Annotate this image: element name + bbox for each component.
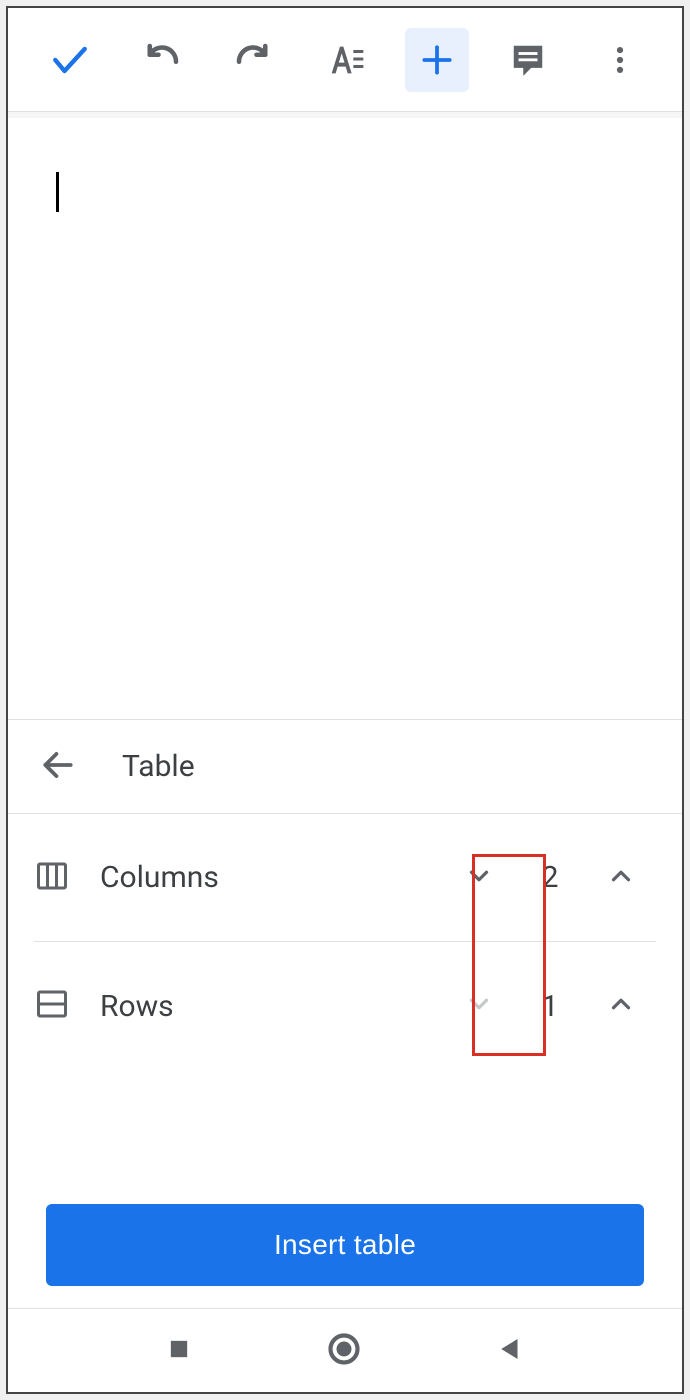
text-format-icon: [325, 40, 365, 80]
system-nav-bar: [8, 1308, 682, 1392]
columns-value: 2: [514, 860, 586, 895]
columns-increase-button[interactable]: [586, 843, 656, 913]
table-config: Columns 2 Rows: [8, 814, 682, 1070]
redo-icon: [232, 39, 274, 81]
device-frame: Table Columns 2: [6, 6, 684, 1394]
plus-icon: [418, 41, 456, 79]
editor-toolbar: [8, 8, 682, 112]
text-cursor: [56, 172, 59, 212]
arrow-left-icon: [39, 746, 77, 788]
columns-row: Columns 2: [34, 814, 656, 942]
triangle-left-icon: [495, 1349, 525, 1368]
check-icon: [48, 38, 92, 82]
rows-label: Rows: [100, 989, 174, 1024]
insert-button[interactable]: [405, 28, 469, 92]
columns-label: Columns: [100, 860, 219, 895]
done-button[interactable]: [38, 28, 102, 92]
columns-stepper: 2: [444, 843, 656, 913]
comment-icon: [509, 41, 547, 79]
undo-icon: [141, 39, 183, 81]
undo-button[interactable]: [130, 28, 194, 92]
rows-stepper: 1: [444, 971, 656, 1041]
chevron-down-icon: [464, 861, 494, 895]
chevron-down-icon: [464, 989, 494, 1023]
rows-row: Rows 1: [34, 942, 656, 1070]
columns-decrease-button[interactable]: [444, 843, 514, 913]
sheet-header: Table: [8, 720, 682, 814]
insert-area: Insert table: [8, 1204, 682, 1286]
nav-home-button[interactable]: [326, 1331, 362, 1371]
sheet-title: Table: [122, 749, 195, 784]
circle-icon: [326, 1352, 362, 1371]
rows-increase-button[interactable]: [586, 971, 656, 1041]
nav-recent-button[interactable]: [165, 1335, 193, 1367]
document-canvas[interactable]: [8, 112, 682, 720]
rows-value: 1: [514, 989, 586, 1024]
square-icon: [165, 1348, 193, 1367]
redo-button[interactable]: [221, 28, 285, 92]
text-format-button[interactable]: [313, 28, 377, 92]
more-button[interactable]: [588, 28, 652, 92]
chevron-up-icon: [606, 989, 636, 1023]
insert-table-button[interactable]: Insert table: [46, 1204, 644, 1286]
rows-icon: [34, 986, 70, 1026]
back-button[interactable]: [34, 743, 82, 791]
more-vert-icon: [603, 43, 637, 77]
rows-decrease-button[interactable]: [444, 971, 514, 1041]
columns-icon: [34, 858, 70, 898]
nav-back-button[interactable]: [495, 1334, 525, 1368]
chevron-up-icon: [606, 861, 636, 895]
comment-button[interactable]: [496, 28, 560, 92]
